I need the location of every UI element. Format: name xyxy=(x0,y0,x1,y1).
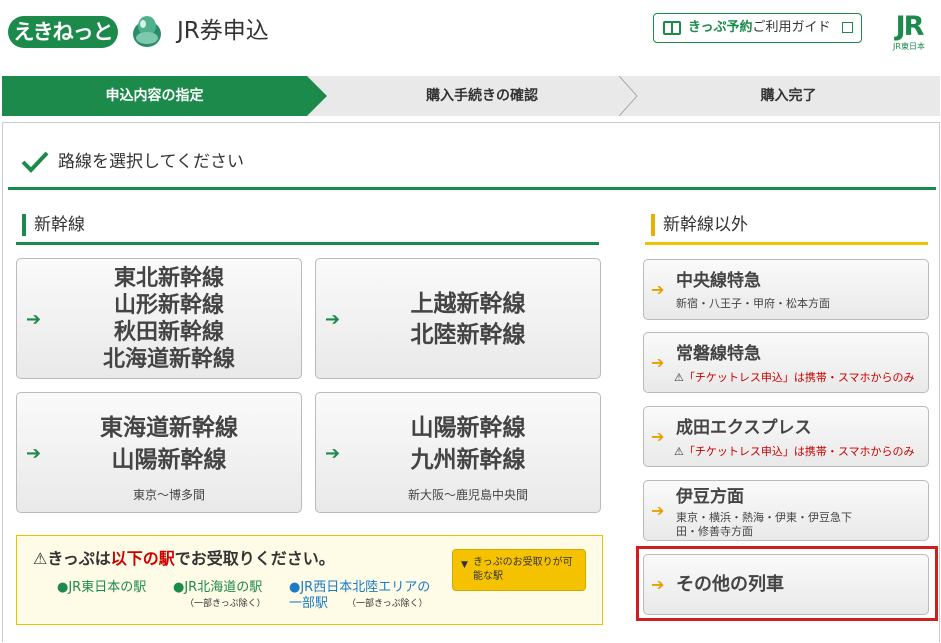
guide-button[interactable]: きっぷ予約ご利用ガイド xyxy=(653,13,862,43)
warning-icon: ⚠ xyxy=(33,549,48,568)
arrow-right-icon: ➔ xyxy=(325,309,341,330)
area-label: JR東日本の駅 xyxy=(68,580,147,595)
route-name: 山陽新幹線 xyxy=(410,415,526,441)
notice-title-pre: きっぷは xyxy=(47,549,111,568)
route-name: 北陸新幹線 xyxy=(410,322,526,348)
route-name: 北海道新幹線 xyxy=(102,347,235,372)
route-names: 上越新幹線 北陸新幹線 xyxy=(346,289,590,351)
route-button-joetsu[interactable]: ➔ 上越新幹線 北陸新幹線 xyxy=(315,258,601,379)
selection-highlight xyxy=(636,546,938,621)
warning-text: 「チケットレス申込」は携帯・スマホからのみ xyxy=(683,445,915,458)
arrow-right-icon: ➔ xyxy=(651,353,665,372)
arrow-right-icon: ➔ xyxy=(325,443,341,464)
page-title: JR券申込 xyxy=(177,18,269,44)
arrow-right-icon: ➔ xyxy=(26,443,42,464)
route-names: 東北新幹線 山形新幹線 秋田新幹線 北海道新幹線 xyxy=(47,265,291,373)
ticketless-warning: ⚠「チケットレス申込」は携帯・スマホからのみ xyxy=(674,445,915,459)
route-name: 成田エクスプレス xyxy=(676,418,812,438)
route-button-tohoku[interactable]: ➔ 東北新幹線 山形新幹線 秋田新幹線 北海道新幹線 xyxy=(16,258,302,379)
jr-logo-sub: JR東日本 xyxy=(893,42,925,51)
eki-net-logo[interactable]: えきねっと xyxy=(8,16,118,48)
route-button-sanyo[interactable]: ➔ 山陽新幹線 九州新幹線 新大阪〜鹿児島中央間 xyxy=(315,392,601,513)
notice-title-red: 以下の駅 xyxy=(110,549,175,568)
triangle-down-icon: ▼ xyxy=(461,560,468,570)
area-jr-hokkaido[interactable]: ●JR北海道の駅 xyxy=(173,580,262,596)
route-name: 常磐線特急 xyxy=(676,344,761,364)
route-button-joban[interactable]: ➔ 常磐線特急 ⚠「チケットレス申込」は携帯・スマホからのみ xyxy=(643,332,929,393)
route-name: 秋田新幹線 xyxy=(113,320,224,345)
route-names: 山陽新幹線 九州新幹線 xyxy=(346,412,590,476)
check-icon xyxy=(21,151,49,173)
progress-steps: 購入完了 購入手続きの確認 申込内容の指定 xyxy=(2,76,940,116)
instruction-divider xyxy=(8,187,936,190)
route-button-izu[interactable]: ➔ 伊豆方面 東京・横浜・熱海・伊東・伊豆急下田・修善寺方面 xyxy=(643,480,929,541)
warning-text: 「チケットレス申込」は携帯・スマホからのみ xyxy=(683,371,915,384)
pickup-notice: ⚠きっぷは以下の駅でお受取りください。 ▼ きっぷのお受取りが可能な駅 ●JR東… xyxy=(16,535,603,625)
route-button-tokaido[interactable]: ➔ 東海道新幹線 山陽新幹線 東京〜博多間 xyxy=(16,392,302,513)
route-name: 九州新幹線 xyxy=(410,447,526,473)
step-divider-icon xyxy=(618,76,638,116)
warning-icon: ⚠ xyxy=(674,371,684,384)
notice-title: ⚠きっぷは以下の駅でお受取りください。 xyxy=(33,548,335,570)
arrow-right-icon: ➔ xyxy=(651,501,665,520)
notice-title-post: でお受取りください。 xyxy=(174,549,335,568)
area-label: JR北海道の駅 xyxy=(184,580,263,595)
site-header: えきねっと JR券申込 きっぷ予約ご利用ガイド JR JR東日本 xyxy=(0,0,941,62)
other-heading: 新幹線以外 xyxy=(651,213,748,237)
arrow-right-icon: ➔ xyxy=(651,427,665,446)
route-names: 東海道新幹線 山陽新幹線 xyxy=(47,412,291,476)
route-name: 上越新幹線 xyxy=(410,291,526,317)
route-sub: 新宿・八王子・甲府・松本方面 xyxy=(676,297,830,310)
pickup-stations-label: きっぷのお受取りが可能な駅 xyxy=(473,557,573,582)
jr-east-logo[interactable]: JR JR東日本 xyxy=(883,12,935,56)
bullet-icon: ● xyxy=(173,580,185,595)
route-button-chuo[interactable]: ➔ 中央線特急 新宿・八王子・甲府・松本方面 xyxy=(643,259,929,320)
book-icon xyxy=(663,21,681,35)
instruction-text: 路線を選択してください xyxy=(58,152,244,172)
pickup-stations-button[interactable]: ▼ きっぷのお受取りが可能な駅 xyxy=(452,549,586,591)
route-button-narita-express[interactable]: ➔ 成田エクスプレス ⚠「チケットレス申込」は携帯・スマホからのみ xyxy=(643,406,929,467)
route-name: 中央線特急 xyxy=(676,271,761,291)
step-confirm: 購入手続きの確認 xyxy=(307,76,637,116)
shinkansen-divider xyxy=(16,242,599,245)
route-name: 山形新幹線 xyxy=(113,293,224,318)
ticketless-warning: ⚠「チケットレス申込」は携帯・スマホからのみ xyxy=(674,371,915,385)
route-name: 伊豆方面 xyxy=(676,487,744,507)
arrow-right-icon: ➔ xyxy=(651,280,665,299)
external-link-icon xyxy=(842,22,853,33)
route-note: 東京〜博多間 xyxy=(132,488,205,502)
route-name: 東北新幹線 xyxy=(113,266,224,291)
route-sub: 東京・横浜・熱海・伊東・伊豆急下田・修善寺方面 xyxy=(676,511,852,538)
mascot-icon xyxy=(133,16,161,47)
arrow-right-icon: ➔ xyxy=(26,309,42,330)
step-complete: 購入完了 xyxy=(617,76,940,116)
shinkansen-heading: 新幹線 xyxy=(22,213,85,237)
guide-bold-label: きっぷ予約 xyxy=(688,20,753,35)
route-note: 新大阪〜鹿児島中央間 xyxy=(407,488,528,502)
warning-icon: ⚠ xyxy=(674,445,684,458)
bullet-icon: ● xyxy=(57,580,69,595)
area-note: （一部きっぷ除く） xyxy=(185,599,266,609)
route-name: 山陽新幹線 xyxy=(111,447,227,473)
instruction: 路線を選択してください xyxy=(20,150,244,174)
other-divider xyxy=(645,242,928,245)
bullet-icon: ● xyxy=(289,580,301,595)
jr-logo-mark: JR xyxy=(895,11,925,42)
area-note: （一部きっぷ除く） xyxy=(347,599,428,609)
area-jr-east[interactable]: ●JR東日本の駅 xyxy=(57,580,146,596)
step-specify: 申込内容の指定 xyxy=(2,76,327,116)
guide-label: ご利用ガイド xyxy=(752,20,831,35)
route-name: 東海道新幹線 xyxy=(100,415,238,441)
